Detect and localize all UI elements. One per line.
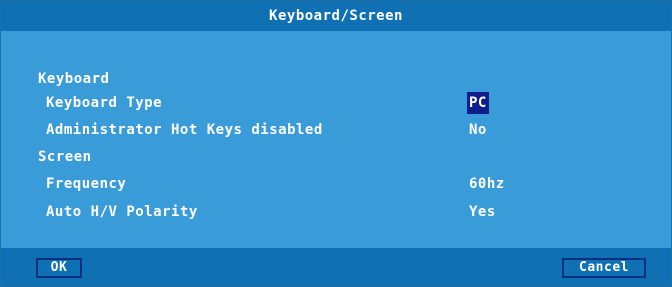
- admin-hot-keys-value[interactable]: No: [469, 118, 487, 142]
- auto-polarity-label: Auto H/V Polarity: [46, 204, 198, 220]
- frequency-value[interactable]: 60hz: [469, 172, 505, 196]
- keyboard-section-heading: Keyboard: [38, 71, 110, 87]
- auto-polarity-value[interactable]: Yes: [469, 200, 496, 224]
- admin-hot-keys-label: Administrator Hot Keys disabled: [46, 122, 323, 138]
- cancel-button[interactable]: Cancel: [562, 258, 646, 278]
- settings-panel: Keyboard Keyboard Type PC Administrator …: [1, 31, 671, 241]
- frequency-label: Frequency: [46, 176, 127, 192]
- keyboard-type-value[interactable]: PC: [467, 92, 489, 114]
- screen-section-heading: Screen: [38, 149, 92, 165]
- frequency-row[interactable]: Frequency 60hz: [1, 172, 671, 196]
- keyboard-screen-dialog: Keyboard/Screen Keyboard Keyboard Type P…: [0, 0, 672, 287]
- auto-polarity-row[interactable]: Auto H/V Polarity Yes: [1, 200, 671, 224]
- dialog-footer: OK Cancel: [1, 248, 671, 286]
- ok-button[interactable]: OK: [36, 258, 82, 278]
- admin-hot-keys-row[interactable]: Administrator Hot Keys disabled No: [1, 118, 671, 142]
- keyboard-type-label: Keyboard Type: [46, 95, 163, 111]
- dialog-title: Keyboard/Screen: [1, 1, 671, 31]
- keyboard-type-row[interactable]: Keyboard Type PC: [1, 91, 671, 115]
